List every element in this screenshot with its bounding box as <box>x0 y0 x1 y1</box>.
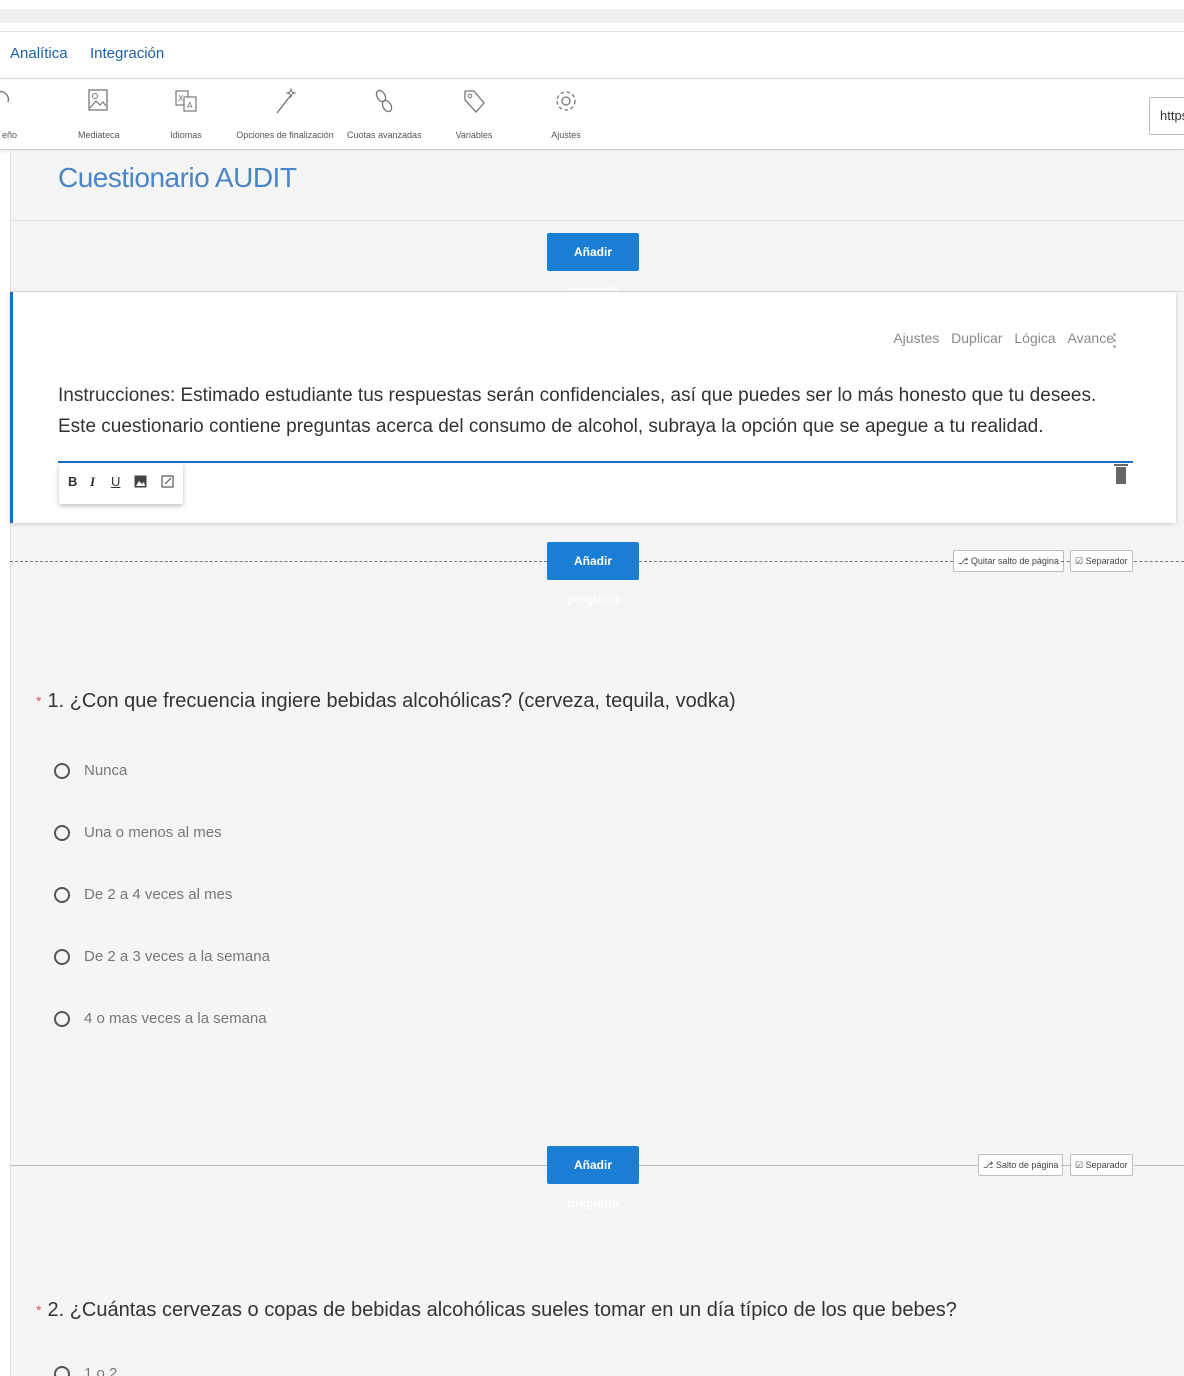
question-1-title[interactable]: * 1. ¿Con que frecuencia ingiere bebidas … <box>36 690 736 713</box>
radio-button[interactable] <box>54 1366 70 1376</box>
option-label: De 2 a 3 veces a la semana <box>84 948 270 965</box>
browser-top-strip <box>0 0 1184 30</box>
translate-icon: XA <box>175 90 197 112</box>
tool-settings[interactable]: Ajustes <box>546 86 586 146</box>
url-field[interactable]: https <box>1149 97 1184 135</box>
tool-design-label: eño <box>2 130 18 140</box>
menu-integration[interactable]: Integración <box>90 45 164 62</box>
editor-toolbar: eño Mediateca XA Idiomas Opciones de fin… <box>0 80 1184 150</box>
question-1-text: 1. ¿Con que frecuencia ingiere bebidas a… <box>47 690 736 712</box>
radio-button[interactable] <box>54 763 70 779</box>
radio-button[interactable] <box>54 887 70 903</box>
section-line-right <box>1134 1165 1184 1166</box>
tool-end-options[interactable]: Opciones de finalización <box>234 86 336 146</box>
link-icon: ⎇ <box>983 1160 996 1170</box>
editor-focus-line <box>58 461 1133 463</box>
survey-title[interactable]: Cuestionario AUDIT <box>58 162 297 194</box>
option-label: 1 o 2 <box>84 1365 118 1376</box>
radio-button[interactable] <box>54 1011 70 1027</box>
page-break-label: Salto de página <box>995 1160 1059 1170</box>
separator-button[interactable]: ☑ Separador <box>1070 550 1133 572</box>
svg-text:X: X <box>178 94 184 103</box>
format-toolbar: B I U <box>59 463 183 504</box>
option-label: Nunca <box>84 762 128 779</box>
tool-design[interactable]: eño <box>0 86 20 146</box>
tool-settings-label: Ajustes <box>551 130 581 140</box>
option-label: Una o menos al mes <box>84 824 222 841</box>
source-edit-icon[interactable] <box>161 475 174 488</box>
question-2-title[interactable]: * 2. ¿Cuántas cervezas o copas de bebidas… <box>36 1299 957 1322</box>
radio-button[interactable] <box>54 949 70 965</box>
checkbox-icon: ☑ <box>1075 1160 1086 1170</box>
tool-end-options-label: Opciones de finalización <box>236 130 334 140</box>
checkbox-icon: ☑ <box>1075 556 1086 566</box>
remove-page-break-button[interactable]: ⎇ Quitar salto de página <box>953 550 1064 572</box>
page-break-line-mid <box>639 561 953 562</box>
page-break-line-gap <box>1061 561 1070 562</box>
tag-icon <box>464 90 485 113</box>
page-break-line-right <box>1134 561 1184 562</box>
card-action-logic[interactable]: Lógica <box>1014 330 1055 346</box>
gear-icon <box>556 91 576 111</box>
tool-media-library-label: Mediateca <box>78 130 120 140</box>
add-question-button-2[interactable]: Añadir pregunta <box>547 542 639 606</box>
card-action-duplicate[interactable]: Duplicar <box>951 330 1002 346</box>
card-action-settings[interactable]: Ajustes <box>893 330 939 346</box>
main-menu-bar: Analítica Integración <box>0 31 1184 79</box>
page-break-button[interactable]: ⎇ Salto de página <box>978 1154 1064 1176</box>
option-label: De 2 a 4 veces al mes <box>84 886 233 903</box>
unlink-icon: ⎇ <box>958 556 971 566</box>
section-line-gap <box>1061 1165 1070 1166</box>
separator-label: Separador <box>1085 556 1128 566</box>
insert-image-icon[interactable] <box>134 475 147 488</box>
tool-media-library[interactable]: Mediateca <box>78 86 120 146</box>
tool-advanced-quotas[interactable]: Cuotas avanzadas <box>347 86 422 146</box>
remove-page-break-label: Quitar salto de página <box>970 556 1059 566</box>
tool-languages-label: Idiomas <box>170 130 202 140</box>
italic-button[interactable]: I <box>90 474 95 490</box>
question-2-text: 2. ¿Cuántas cervezas o copas de bebidas … <box>47 1299 957 1321</box>
section-line-mid <box>639 1165 978 1166</box>
image-icon <box>88 89 108 111</box>
add-question-button-3[interactable]: Añadir pregunta <box>547 1146 639 1210</box>
instructions-text[interactable]: Instrucciones: Estimado estudiante tus r… <box>58 380 1118 442</box>
separator-button-2[interactable]: ☑ Separador <box>1070 1154 1133 1176</box>
radio-button[interactable] <box>54 825 70 841</box>
page-break-line-left <box>10 561 547 562</box>
add-question-button[interactable]: Añadir pregunta <box>547 233 639 297</box>
trash-icon[interactable] <box>1114 464 1128 484</box>
tool-variables[interactable]: Variables <box>452 86 496 146</box>
menu-analytics[interactable]: Analítica <box>10 45 68 62</box>
separator-label: Separador <box>1085 1160 1128 1170</box>
more-options-icon[interactable] <box>1104 330 1124 354</box>
tool-variables-label: Variables <box>455 130 493 140</box>
option-label: 4 o mas veces a la semana <box>84 1010 267 1027</box>
magic-wand-icon <box>276 87 297 114</box>
bold-button[interactable]: B <box>68 474 77 489</box>
svg-text:A: A <box>187 101 193 110</box>
palette-icon <box>0 90 10 103</box>
card-actions: Ajustes Duplicar Lógica Avance <box>885 330 1114 346</box>
required-mark: * <box>36 693 42 709</box>
tool-advanced-quotas-label: Cuotas avanzadas <box>347 130 422 140</box>
title-divider <box>10 220 1184 221</box>
tool-languages[interactable]: XA Idiomas <box>166 86 206 146</box>
link-icon <box>375 89 393 113</box>
required-mark: * <box>36 1302 42 1318</box>
section-line-left <box>10 1165 547 1166</box>
underline-button[interactable]: U <box>111 474 120 489</box>
